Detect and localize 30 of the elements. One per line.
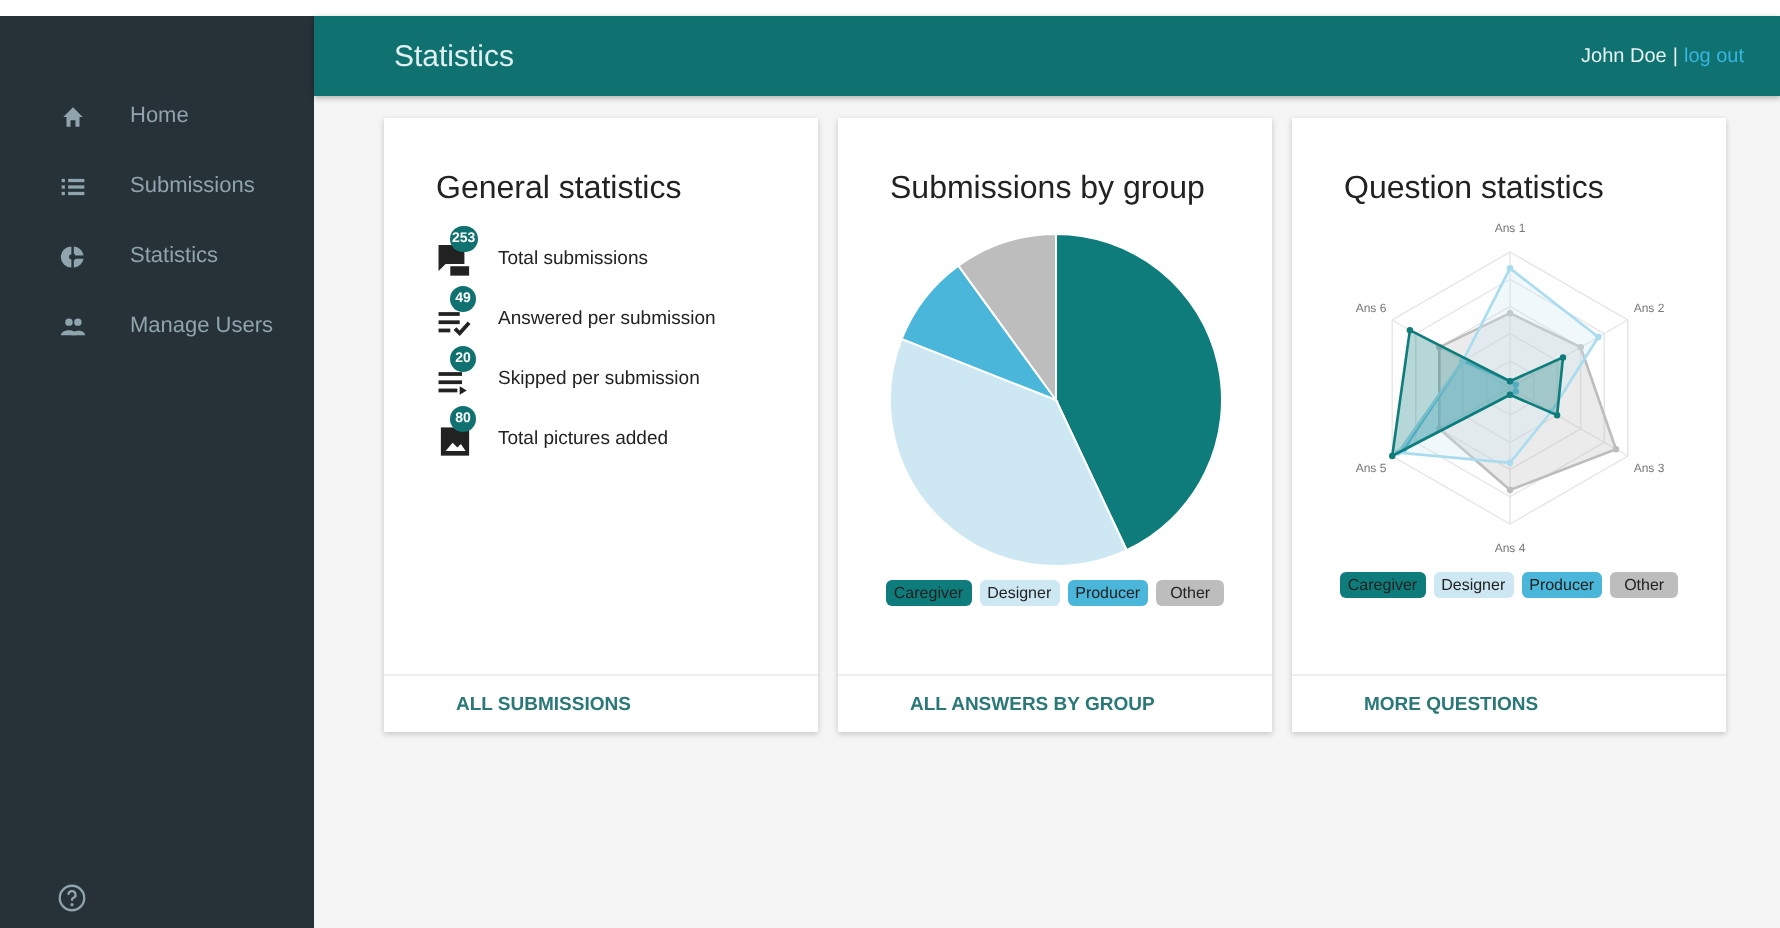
- card-title: General statistics: [436, 172, 684, 208]
- action-link[interactable]: MORE QUESTIONS: [1364, 693, 1539, 715]
- nav-item[interactable]: Submissions: [0, 170, 314, 202]
- legend-chip[interactable]: Producer: [1521, 572, 1603, 598]
- legend-chip[interactable]: Designer: [979, 580, 1060, 606]
- card-title: Question statistics: [1344, 172, 1604, 208]
- legend-chip[interactable]: Caregiver: [1339, 572, 1426, 598]
- pie-chart-icon: [60, 243, 86, 269]
- separator: |: [1672, 45, 1678, 67]
- stat-label: Total submissions: [498, 247, 648, 269]
- stat-label: Answered per submission: [498, 307, 716, 329]
- nav-item[interactable]: Manage Users: [0, 310, 314, 342]
- help-icon[interactable]: [58, 884, 86, 912]
- legend-chip[interactable]: Caregiver: [885, 580, 972, 606]
- stat-label: Total pictures added: [498, 427, 669, 449]
- action-link[interactable]: ALL ANSWERS BY GROUP: [910, 693, 1155, 715]
- list-icon: [60, 173, 86, 199]
- user-name: John Doe: [1581, 45, 1667, 67]
- nav-item[interactable]: Statistics: [0, 240, 314, 272]
- nav-item[interactable]: Home: [0, 100, 314, 132]
- legend-chip[interactable]: Designer: [1433, 572, 1514, 598]
- legend-chip[interactable]: Other: [1156, 580, 1225, 606]
- card-title: Submissions by group: [890, 172, 1205, 208]
- home-icon: [60, 103, 86, 129]
- legend-chip[interactable]: Producer: [1067, 580, 1149, 606]
- legend-chip[interactable]: Other: [1610, 572, 1679, 598]
- page-title: Statistics: [394, 39, 515, 73]
- stat-label: Skipped per submission: [498, 367, 700, 389]
- action-link[interactable]: ALL SUBMISSIONS: [456, 693, 631, 715]
- users-icon: [60, 313, 86, 339]
